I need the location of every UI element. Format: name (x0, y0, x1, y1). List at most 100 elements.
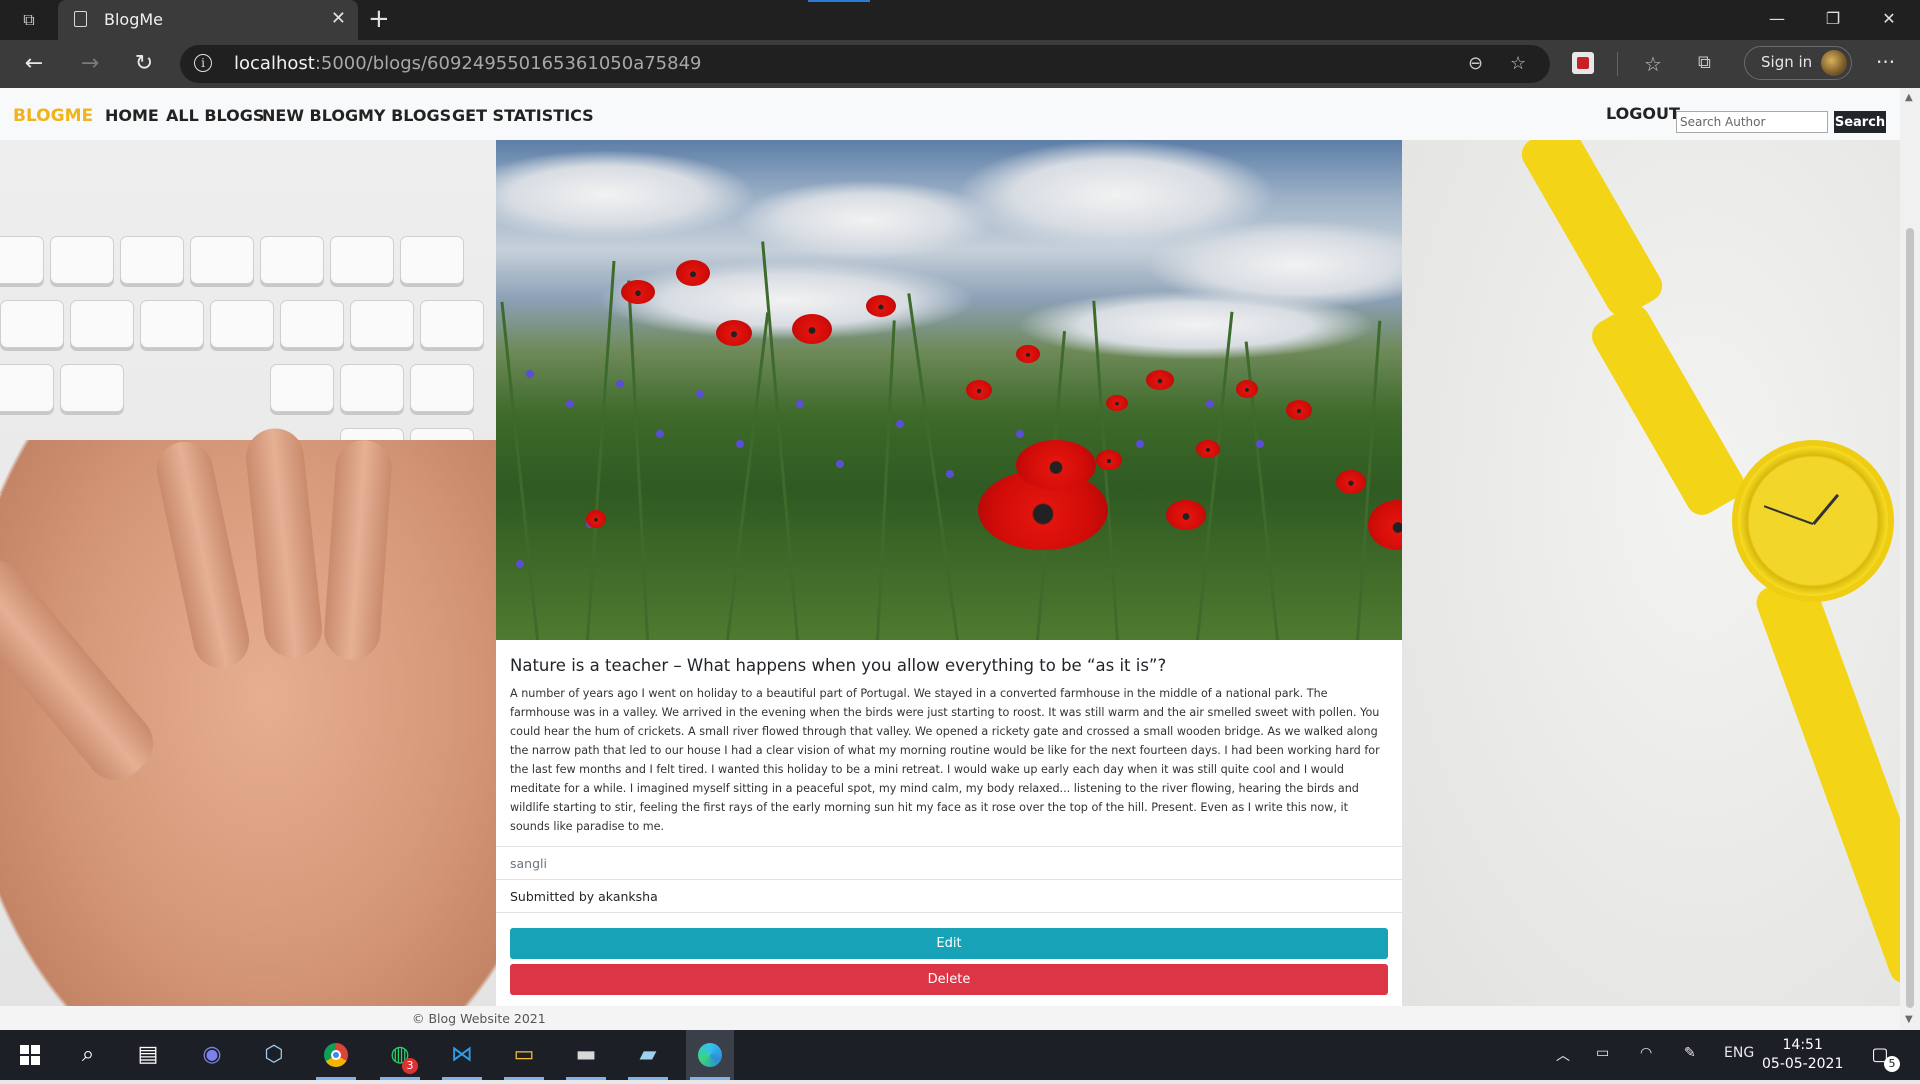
cloud (496, 150, 756, 240)
teams-icon[interactable]: ◉ (188, 1030, 236, 1080)
avatar (1821, 50, 1847, 76)
add-favorite-icon[interactable]: ☆ (1510, 53, 1526, 74)
cornflower (896, 420, 904, 428)
minimize-icon[interactable]: — (1754, 4, 1800, 34)
cornflower (796, 400, 804, 408)
blog-card: Nature is a teacher – What happens when … (496, 140, 1402, 1006)
watch-strap (1516, 140, 1668, 322)
tab-actions-icon[interactable]: ⧉ (14, 8, 44, 32)
whatsapp-badge: 3 (402, 1058, 418, 1074)
poppy (1236, 380, 1258, 398)
key (120, 236, 184, 284)
whatsapp-icon[interactable]: ◍ 3 (376, 1030, 424, 1080)
browser-tab[interactable]: BlogMe ✕ (58, 0, 358, 40)
new-tab-icon[interactable]: + (368, 4, 390, 34)
cornflower (526, 370, 534, 378)
poppy (1016, 440, 1096, 490)
poppy (1096, 450, 1122, 470)
delete-button[interactable]: Delete (510, 964, 1388, 995)
key (330, 236, 394, 284)
page-scrollbar[interactable]: ▲ ▼ (1900, 88, 1920, 1030)
pen-icon[interactable]: ✎ (1684, 1045, 1696, 1061)
grass-blade (586, 260, 616, 640)
show-hidden-icons[interactable]: ︿ (1556, 1045, 1570, 1065)
task-view-icon[interactable]: ▤ (124, 1030, 172, 1080)
scroll-thumb[interactable] (1906, 228, 1914, 1008)
site-brand[interactable]: BLOGME (13, 106, 93, 126)
poppy (676, 260, 710, 286)
notifications-icon[interactable]: ▢ 5 (1856, 1030, 1904, 1080)
key (140, 300, 204, 348)
close-window-icon[interactable]: ✕ (1866, 4, 1912, 34)
key (210, 300, 274, 348)
language-indicator[interactable]: ENG (1724, 1045, 1754, 1061)
poppy (1166, 500, 1206, 530)
start-icon[interactable] (6, 1030, 54, 1080)
watch-strap (1752, 572, 1900, 988)
poppy (966, 380, 992, 400)
extension-logo (1577, 57, 1589, 69)
file-explorer-icon[interactable]: ▭ (500, 1030, 548, 1080)
url-path: :5000/blogs/609249550165361050a75849 (314, 53, 702, 74)
watch-strap (1586, 299, 1750, 521)
more-icon[interactable]: ··· (1876, 50, 1895, 74)
cornflower (616, 380, 624, 388)
refresh-icon[interactable]: ↻ (128, 49, 160, 79)
back-icon[interactable]: ← (18, 49, 50, 79)
extension-icon[interactable] (1572, 52, 1594, 74)
keyboard-hand-image (0, 140, 496, 1006)
forward-icon[interactable]: → (74, 49, 106, 79)
edit-button[interactable]: Edit (510, 928, 1388, 959)
toolbar-divider (1617, 52, 1618, 76)
nav-new-blog[interactable]: NEW BLOG (262, 106, 358, 125)
grass-blade (876, 320, 896, 640)
blog-title: Nature is a teacher – What happens when … (510, 656, 1167, 675)
search-author-input[interactable] (1676, 111, 1828, 133)
site-info-icon[interactable]: i (194, 54, 212, 72)
poppy (1146, 370, 1174, 390)
nav-logout[interactable]: LOGOUT (1606, 104, 1680, 123)
cornflower (946, 470, 954, 478)
poppy (1196, 440, 1220, 458)
virtualbox-icon[interactable]: ⬡ (250, 1030, 298, 1080)
restore-icon[interactable]: ❐ (1810, 4, 1856, 34)
key (60, 364, 124, 412)
url-field[interactable]: i localhost:5000/blogs/60924955016536105… (180, 45, 1550, 83)
scroll-down-icon[interactable]: ▼ (1905, 1014, 1913, 1025)
cornflower (736, 440, 744, 448)
signin-button[interactable]: Sign in (1744, 46, 1852, 80)
key (350, 300, 414, 348)
poppy (1016, 345, 1040, 363)
collections-icon[interactable]: ⧉ (1698, 52, 1711, 73)
system-clock[interactable]: 14:51 05-05-2021 (1762, 1036, 1843, 1074)
cornflower (656, 430, 664, 438)
poppy (1336, 470, 1366, 494)
url-text[interactable]: localhost:5000/blogs/609249550165361050a… (234, 53, 702, 74)
wifi-icon[interactable]: ◠ (1640, 1045, 1652, 1061)
blog-location: sangli (510, 856, 547, 871)
close-tab-icon[interactable]: ✕ (331, 8, 346, 29)
watch-hand (1812, 493, 1840, 525)
terminal-icon[interactable]: ▬ (562, 1030, 610, 1080)
scroll-up-icon[interactable]: ▲ (1905, 92, 1913, 103)
vscode-icon[interactable]: ⋈ (438, 1030, 486, 1080)
nav-all-blogs[interactable]: ALL BLOGS (166, 106, 264, 125)
notepad-icon[interactable]: ▰ (624, 1030, 672, 1080)
chrome-icon[interactable] (312, 1030, 360, 1080)
search-icon[interactable]: ⌕ (64, 1030, 112, 1080)
poppy (1286, 400, 1312, 420)
cornflower (1016, 430, 1024, 438)
nav-home[interactable]: HOME (105, 106, 159, 125)
key (340, 364, 404, 412)
nav-my-blogs[interactable]: MY BLOGS (358, 106, 451, 125)
zoom-icon[interactable]: ⊖ (1468, 53, 1483, 74)
battery-icon[interactable]: ▭ (1596, 1045, 1609, 1061)
edge-icon[interactable] (686, 1030, 734, 1080)
watch-face (1732, 440, 1894, 602)
nav-get-statistics[interactable]: GET STATISTICS (452, 106, 594, 125)
blog-image (496, 140, 1402, 640)
yellow-watch-image (1402, 140, 1900, 1006)
favorites-icon[interactable]: ☆ (1644, 52, 1662, 76)
cornflower (696, 390, 704, 398)
search-button[interactable]: Search (1834, 111, 1886, 133)
